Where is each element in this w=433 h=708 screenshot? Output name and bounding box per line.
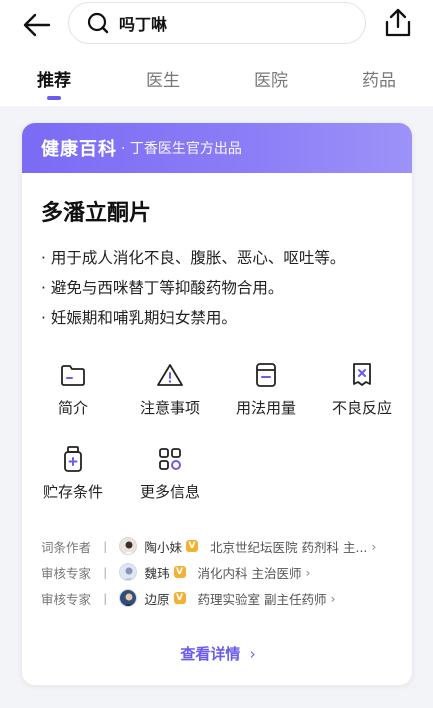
- grid-item-dosage[interactable]: 用法用量: [221, 361, 311, 418]
- verified-badge: V: [173, 566, 186, 578]
- grid-label: 用法用量: [235, 399, 296, 417]
- contributor-row[interactable]: 词条作者 丨 陶小妹 V 北京世纪坛医院 药剂科 主... ›: [41, 533, 376, 559]
- grid-item-adverse-reactions[interactable]: 不良反应: [317, 361, 407, 418]
- grid-item-storage[interactable]: 贮存条件: [28, 445, 118, 502]
- adverse-reaction-icon: [317, 361, 407, 389]
- avatar: [118, 537, 137, 555]
- grid-label: 贮存条件: [42, 483, 103, 501]
- tab-doctor[interactable]: 医生: [133, 66, 193, 91]
- separator: 丨: [99, 539, 112, 555]
- separator: 丨: [99, 565, 112, 581]
- drug-title: 多潘立酮片: [41, 201, 152, 226]
- grid-item-more-info[interactable]: 更多信息: [125, 445, 215, 502]
- contributor-name: 陶小妹: [144, 539, 183, 555]
- tab-drug[interactable]: 药品: [349, 66, 409, 91]
- search-icon: [87, 12, 109, 34]
- tab-recommend[interactable]: 推荐: [24, 66, 84, 91]
- avatar: [118, 589, 137, 607]
- grid-label: 更多信息: [139, 483, 200, 501]
- contributor-row[interactable]: 审核专家 丨 边原 V 药理实验室 副主任药师 ›: [41, 585, 376, 611]
- bottle-icon: [28, 445, 118, 473]
- contributor-role: 词条作者: [41, 539, 92, 555]
- grid-label: 注意事项: [139, 399, 200, 417]
- avatar: [118, 563, 137, 581]
- grid-label: 简介: [57, 399, 88, 417]
- arrow-left-icon: [23, 13, 51, 37]
- grid-label: 不良反应: [331, 399, 392, 417]
- card-header: 健康百科 · 丁香医生官方出品: [22, 123, 412, 173]
- contributor-desc: 药理实验室 副主任药师: [197, 591, 327, 607]
- active-tab-indicator: [47, 96, 61, 100]
- search-input[interactable]: [119, 13, 339, 33]
- contributor-name: 魏玮: [144, 565, 170, 581]
- warning-icon: [125, 361, 215, 389]
- grid-item-intro[interactable]: 简介: [28, 361, 118, 418]
- contributor-role: 审核专家: [41, 565, 92, 581]
- search-box[interactable]: [68, 2, 366, 44]
- encyclopedia-card: 健康百科 · 丁香医生官方出品 多潘立酮片 · 用于成人消化不良、腹胀、恶心、呕…: [21, 122, 413, 686]
- grid-item-precautions[interactable]: 注意事项: [125, 361, 215, 418]
- view-details-label: 查看详情: [180, 645, 241, 663]
- contributor-desc: 消化内科 主治医师: [197, 565, 302, 581]
- share-button[interactable]: [382, 6, 414, 40]
- contributor-name: 边原: [144, 591, 170, 607]
- chevron-right-icon: ›: [330, 590, 336, 606]
- verified-badge: V: [173, 592, 186, 604]
- share-icon: [385, 8, 411, 37]
- summary-item: · 避免与西咪替丁等抑酸药物合用。: [41, 279, 284, 297]
- separator: 丨: [99, 591, 112, 607]
- summary-item: · 用于成人消化不良、腹胀、恶心、呕吐等。: [41, 249, 346, 267]
- summary-item: · 妊娠期和哺乳期妇女禁用。: [41, 309, 237, 327]
- tab-hospital[interactable]: 医院: [241, 66, 301, 91]
- view-details-link[interactable]: 查看详情 ›: [22, 643, 412, 664]
- verified-badge: V: [186, 540, 199, 552]
- chevron-right-icon: ›: [305, 564, 311, 580]
- chevron-right-icon: ›: [249, 645, 256, 663]
- dosage-icon: [221, 361, 311, 389]
- folder-icon: [28, 361, 118, 389]
- contributor-row[interactable]: 审核专家 丨 魏玮 V 消化内科 主治医师 ›: [41, 559, 376, 585]
- summary-list: · 用于成人消化不良、腹胀、恶心、呕吐等。 · 避免与西咪替丁等抑酸药物合用。 …: [41, 243, 345, 333]
- back-button[interactable]: [20, 8, 54, 42]
- tab-bar: 推荐 医生 医院 药品: [0, 52, 433, 106]
- contributor-desc: 北京世纪坛医院 药剂科 主...: [210, 539, 368, 555]
- brand-title: 健康百科: [41, 139, 117, 160]
- contributor-role: 审核专家: [41, 591, 92, 607]
- top-bar: [0, 0, 433, 52]
- brand-subtitle: · 丁香医生官方出品: [121, 141, 242, 157]
- chevron-right-icon: ›: [371, 538, 377, 554]
- contributors-list: 词条作者 丨 陶小妹 V 北京世纪坛医院 药剂科 主... › 审核专家 丨 魏…: [41, 533, 376, 611]
- apps-icon: [125, 445, 215, 473]
